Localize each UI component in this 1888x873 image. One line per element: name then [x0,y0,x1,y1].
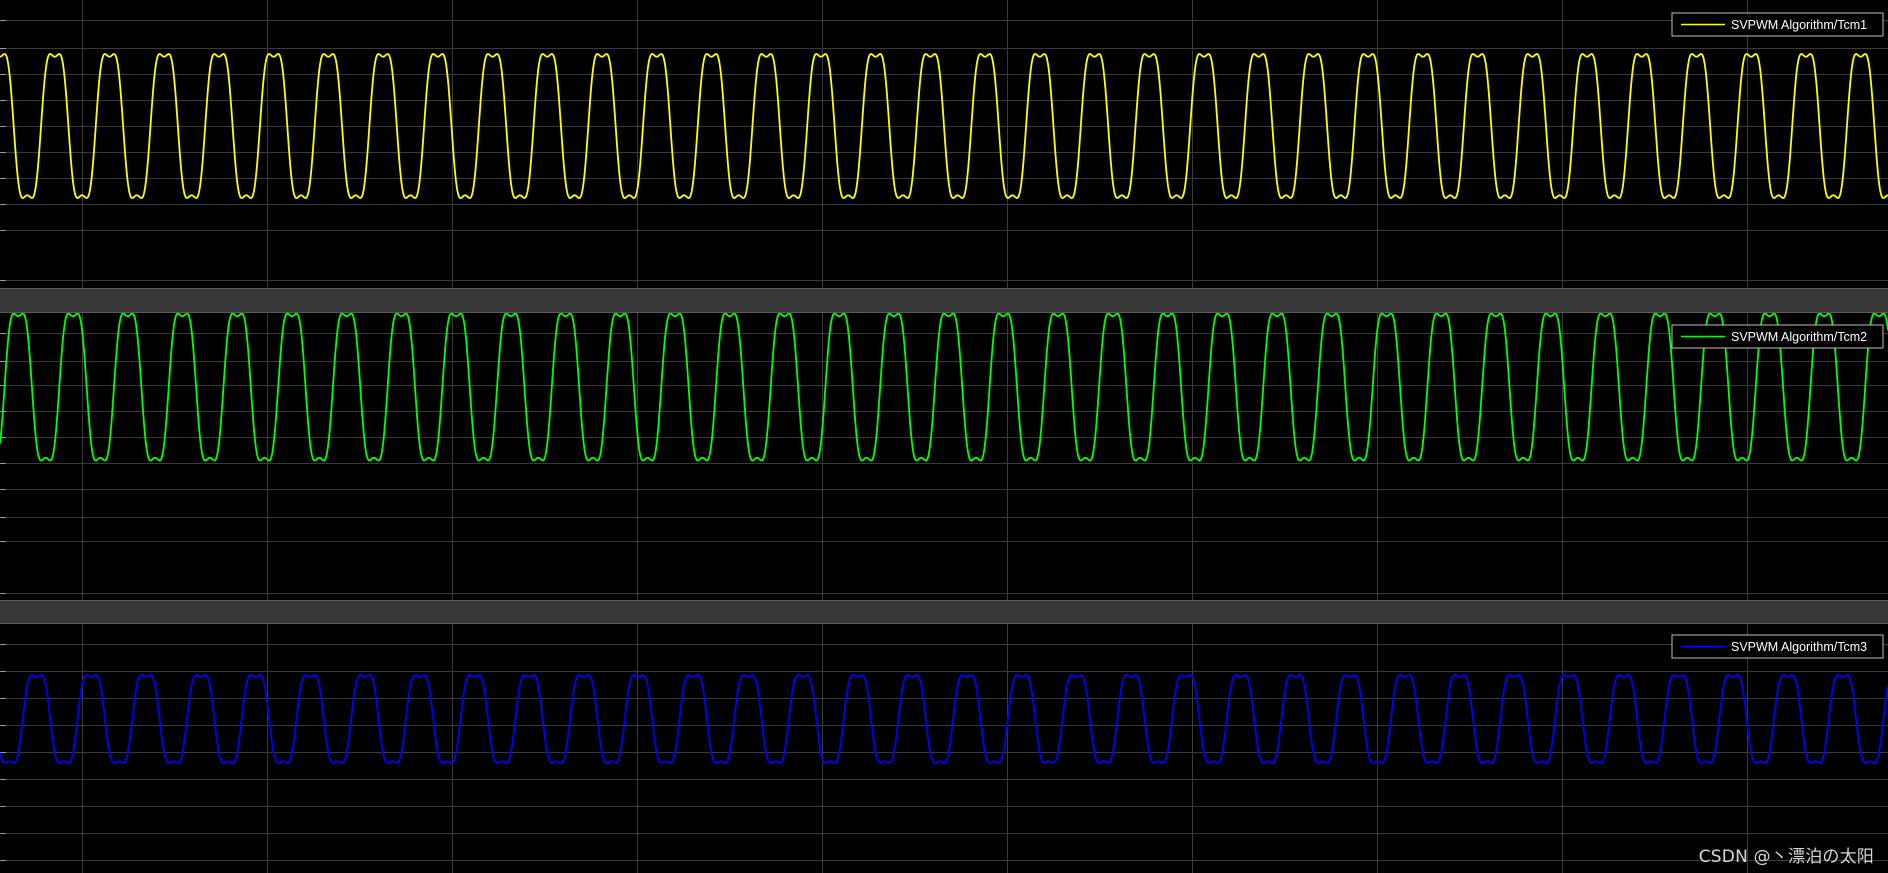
legend-box[interactable]: SVPWM Algorithm/Tcm2 [1671,324,1884,349]
legend-box[interactable]: SVPWM Algorithm/Tcm3 [1671,634,1884,659]
panel-separator [0,288,1888,313]
scope-panel-tcm3: SVPWM Algorithm/Tcm3 [0,624,1888,873]
panel-separator [0,600,1888,624]
scope-panel-tcm1: SVPWM Algorithm/Tcm1 [0,0,1888,288]
legend-label: SVPWM Algorithm/Tcm3 [1731,640,1867,654]
legend-box[interactable]: SVPWM Algorithm/Tcm1 [1671,12,1884,37]
legend-label: SVPWM Algorithm/Tcm2 [1731,330,1867,344]
waveform-tcm2 [0,313,1888,462]
legend-label: SVPWM Algorithm/Tcm1 [1731,18,1867,32]
grid-lines [0,0,1888,288]
grid-lines [0,313,1888,600]
watermark-text: CSDN @丶漂泊の太阳 [1698,847,1874,867]
grid-lines [0,624,1888,873]
waveform-tcm3 [0,674,1888,764]
scope-panel-tcm2: SVPWM Algorithm/Tcm2 [0,313,1888,600]
